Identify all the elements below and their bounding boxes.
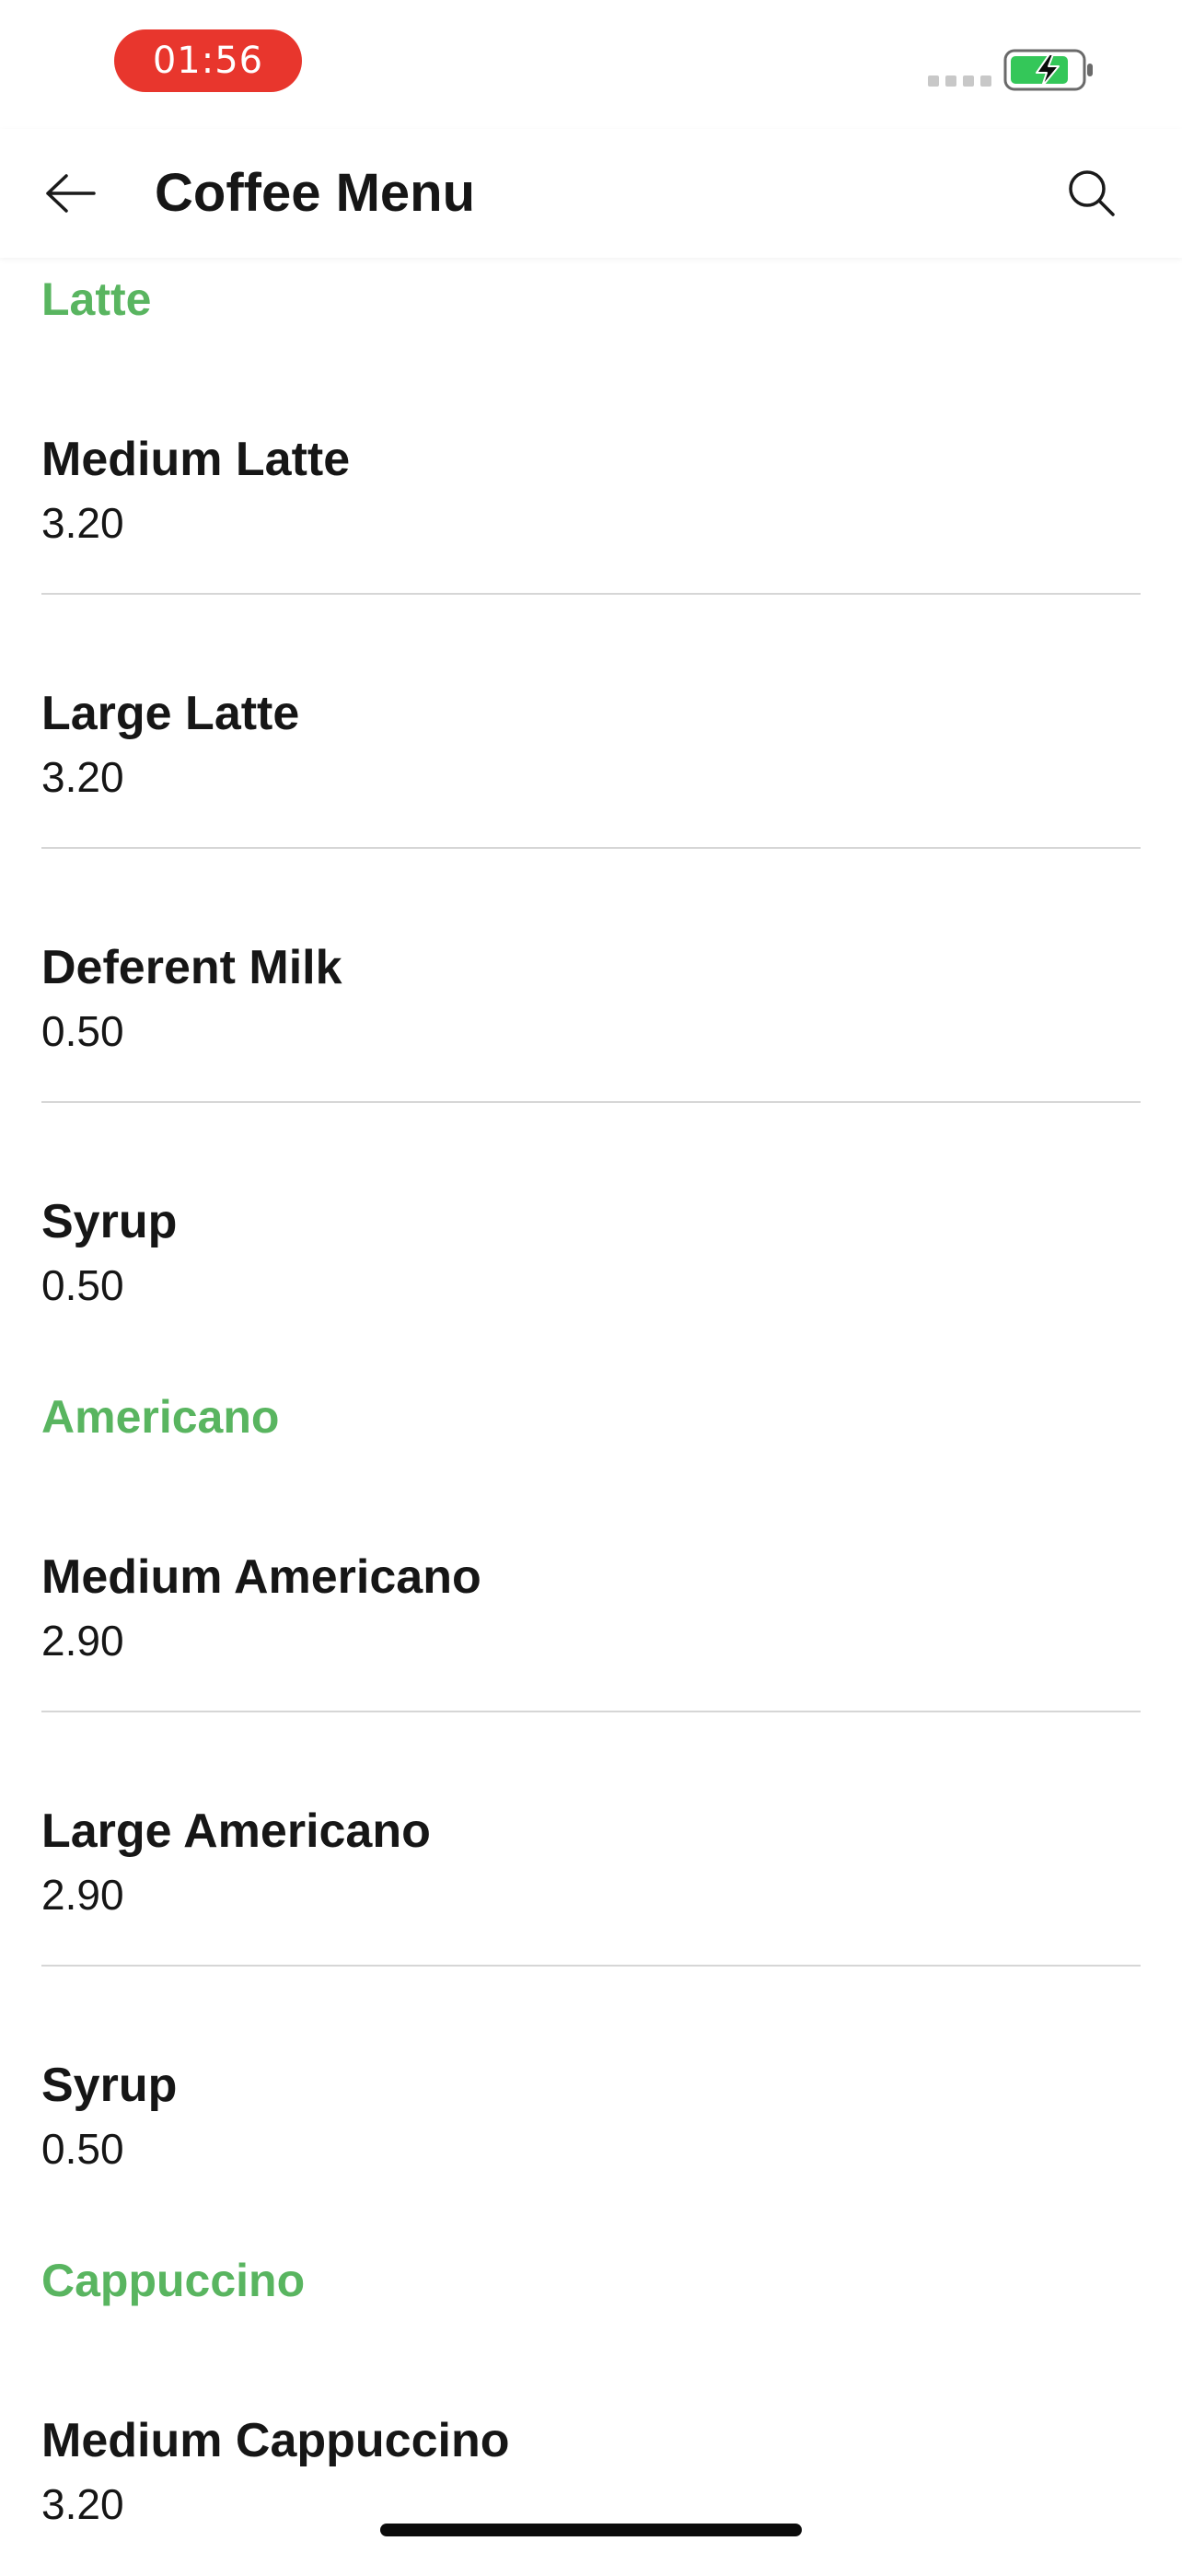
item-name: Large Americano <box>41 1804 431 1858</box>
item-name: Large Latte <box>41 687 300 740</box>
menu-list: Latte Medium Latte 3.20 Large Latte 3.20… <box>0 258 1182 2576</box>
menu-item[interactable]: Deferent Milk 0.50 <box>0 849 1182 1103</box>
signal-icon <box>928 75 991 87</box>
app-bar: Coffee Menu <box>0 129 1182 258</box>
menu-item[interactable]: Medium Americano 2.90 <box>0 1458 1182 1712</box>
item-price: 3.20 <box>41 2480 124 2528</box>
item-name: Syrup <box>41 1195 178 1248</box>
menu-item[interactable]: Large Latte 3.20 <box>0 595 1182 849</box>
menu-item[interactable]: Medium Latte 3.20 <box>0 341 1182 595</box>
item-name: Medium Latte <box>41 433 351 486</box>
item-price: 0.50 <box>41 2125 124 2173</box>
battery-charging-icon <box>1003 48 1095 97</box>
menu-item[interactable]: Medium Cappuccino 3.20 <box>0 2322 1182 2576</box>
item-name: Deferent Milk <box>41 941 342 994</box>
item-price: 3.20 <box>41 499 124 547</box>
back-button[interactable] <box>33 164 107 223</box>
item-name: Syrup <box>41 2059 178 2112</box>
search-icon <box>1069 170 1115 216</box>
status-bar: 01:56 <box>0 0 1182 129</box>
home-indicator <box>380 2524 802 2536</box>
item-price: 2.90 <box>41 1871 124 1919</box>
page-title: Coffee Menu <box>155 163 475 223</box>
status-time: 01:56 <box>114 29 302 92</box>
item-price: 2.90 <box>41 1617 124 1665</box>
menu-item[interactable]: Large Americano 2.90 <box>0 1712 1182 1967</box>
item-name: Medium Cappuccino <box>41 2414 510 2467</box>
menu-item[interactable]: Syrup 0.50 <box>0 1967 1182 2221</box>
item-price: 0.50 <box>41 1261 124 1309</box>
item-name: Medium Americano <box>41 1550 481 1604</box>
search-button[interactable] <box>1055 157 1129 230</box>
menu-item[interactable]: Syrup 0.50 <box>0 1103 1182 1357</box>
arrow-left-icon <box>46 174 96 213</box>
item-price: 0.50 <box>41 1007 124 1055</box>
item-price: 3.20 <box>41 753 124 801</box>
